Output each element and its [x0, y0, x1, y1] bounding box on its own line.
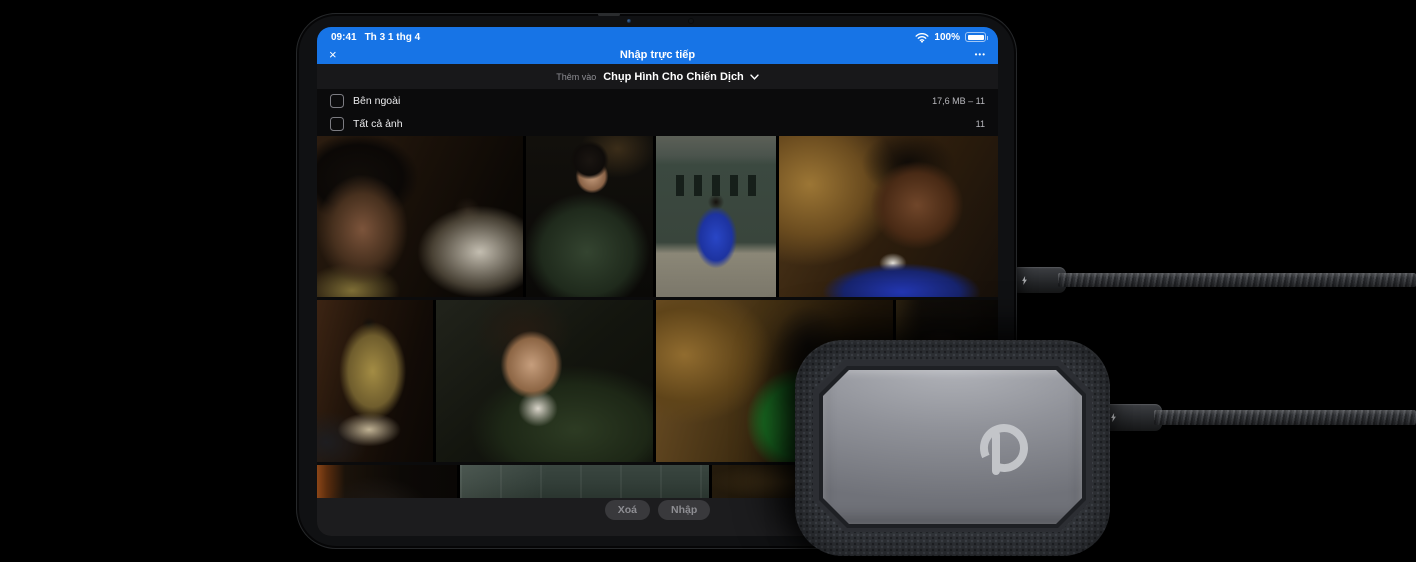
chevron-down-icon	[750, 74, 759, 80]
g-technology-logo-icon	[974, 418, 1034, 478]
import-header: × Nhập trực tiếp •••	[317, 45, 998, 64]
checkbox[interactable]	[330, 117, 344, 131]
more-button[interactable]: •••	[975, 50, 986, 59]
import-button[interactable]: Nhập	[658, 500, 710, 520]
status-bar: 09:41 Th 3 1 thg 4 100%	[317, 27, 998, 45]
photo-thumbnail[interactable]	[317, 136, 523, 297]
photo-thumbnail[interactable]	[317, 465, 457, 498]
add-to-label: Thêm vào	[556, 72, 596, 82]
battery-percent: 100%	[934, 32, 960, 43]
row-label: Tất cả ảnh	[353, 118, 403, 130]
battery-icon	[965, 32, 986, 42]
grid-row	[317, 136, 998, 297]
front-camera	[627, 19, 631, 23]
row-value: 17,6 MB – 11	[932, 96, 985, 106]
photo-thumbnail[interactable]	[656, 136, 776, 297]
status-time: 09:41	[331, 32, 357, 43]
checkbox[interactable]	[330, 94, 344, 108]
volume-buttons	[598, 13, 620, 16]
status-date: Th 3 1 thg 4	[365, 32, 421, 43]
all-photos-row[interactable]: Tất cả ảnh 11	[317, 112, 998, 136]
drive-plate-outline	[819, 366, 1086, 528]
row-value: 11	[976, 119, 985, 129]
thunderbolt-cable-drive	[1154, 410, 1416, 425]
scene: 09:41 Th 3 1 thg 4 100%	[0, 0, 1416, 562]
collection-name: Chụp Hình Cho Chiến Dịch	[603, 71, 744, 83]
photo-thumbnail[interactable]	[460, 465, 709, 498]
row-label: Bên ngoài	[353, 95, 400, 107]
thunderbolt-icon	[1021, 276, 1028, 285]
add-to-bar: Thêm vào Chụp Hình Cho Chiến Dịch	[317, 64, 998, 89]
photo-thumbnail[interactable]	[317, 300, 433, 462]
photo-thumbnail[interactable]	[526, 136, 653, 297]
photo-thumbnail[interactable]	[436, 300, 653, 462]
photo-thumbnail[interactable]	[779, 136, 998, 297]
camera-sensor	[688, 18, 694, 24]
cable-connector-drive	[1101, 404, 1162, 431]
external-source-row[interactable]: Bên ngoài 17,6 MB – 11	[317, 89, 998, 112]
thunderbolt-icon	[1110, 413, 1117, 422]
wifi-icon	[915, 32, 929, 43]
delete-button[interactable]: Xoá	[605, 500, 650, 520]
drive-top-plate	[823, 370, 1082, 524]
thunderbolt-cable-ipad	[1058, 273, 1416, 287]
page-title: Nhập trực tiếp	[317, 49, 998, 61]
gdrive-ssd	[795, 340, 1110, 556]
collection-picker[interactable]: Chụp Hình Cho Chiến Dịch	[603, 71, 759, 83]
